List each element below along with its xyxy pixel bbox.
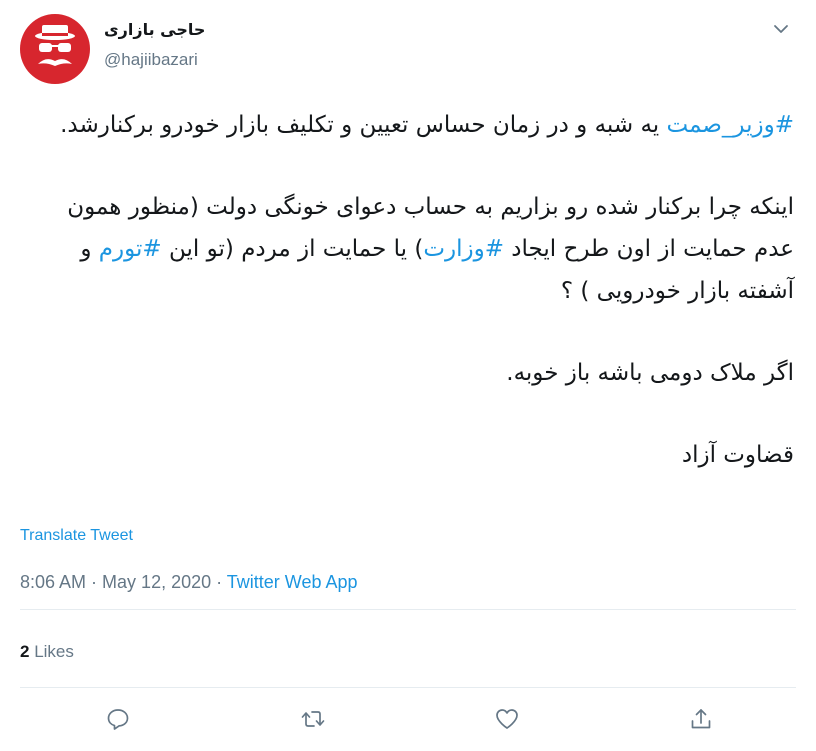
tweet-source-link[interactable]: Twitter Web App <box>227 572 358 592</box>
likes-label: Likes <box>29 642 74 661</box>
user-display-name[interactable]: حاجی بازاری <box>104 20 205 39</box>
reply-icon <box>107 709 129 730</box>
translate-tweet-link[interactable]: Translate Tweet <box>20 527 133 545</box>
tweet-paragraph-2: اینکه چرا برکنار شده رو بزاریم به حساب د… <box>24 186 794 312</box>
share-icon <box>691 709 711 729</box>
reply-button[interactable] <box>105 706 131 732</box>
heart-icon <box>496 709 518 729</box>
tweet-text-span: یه شبه و در زمان حساس تعیین و تکلیف بازا… <box>60 112 667 138</box>
like-button[interactable] <box>494 706 520 732</box>
chevron-down-icon[interactable] <box>772 20 790 38</box>
meta-separator: · <box>86 572 103 592</box>
retweet-button[interactable] <box>300 706 326 732</box>
divider <box>20 687 796 688</box>
tweet-text: #وزیر_صمت یه شبه و در زمان حساس تعیین و … <box>24 104 794 476</box>
divider <box>20 609 796 610</box>
tweet-meta: 8:06 AM · May 12, 2020 · Twitter Web App <box>20 572 358 593</box>
tweet-text-span: ) یا حمایت از مردم (تو این <box>161 236 424 262</box>
avatar-image <box>20 14 90 84</box>
avatar[interactable] <box>20 14 90 84</box>
user-handle[interactable]: @hajiibazari <box>104 50 198 70</box>
retweet-icon <box>301 711 325 727</box>
tweet-paragraph-3: اگر ملاک دومی باشه باز خوبه. <box>506 360 794 386</box>
likes-count[interactable]: 2 Likes <box>20 642 74 662</box>
tweet-date[interactable]: May 12, 2020 <box>102 572 211 592</box>
hashtag-link[interactable]: #وزارت <box>423 236 504 262</box>
tweet-paragraph-1: #وزیر_صمت یه شبه و در زمان حساس تعیین و … <box>24 104 794 146</box>
tweet-card: حاجی بازاری @hajiibazari #وزیر_صمت یه شب… <box>0 0 816 751</box>
tweet-paragraph-4: قضاوت آزاد <box>681 442 794 468</box>
hashtag-link[interactable]: #وزیر_صمت <box>667 112 795 138</box>
share-button[interactable] <box>688 706 714 732</box>
meta-separator: · <box>211 572 227 592</box>
hashtag-link[interactable]: #تورم <box>99 236 162 262</box>
tweet-time[interactable]: 8:06 AM <box>20 572 86 592</box>
